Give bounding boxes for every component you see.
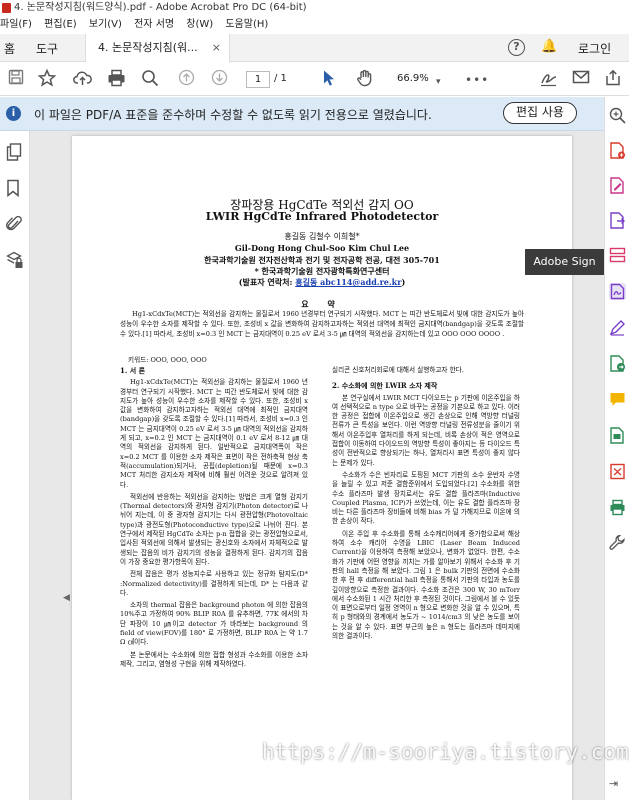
zoom-level[interactable]: 66.9%	[397, 73, 429, 84]
page-number-input[interactable]: 1	[246, 71, 270, 88]
page-total: / 1	[274, 73, 287, 84]
next-page-icon[interactable]	[211, 69, 228, 91]
enable-editing-button[interactable]: 편집 사용	[503, 102, 577, 124]
more-tools-wrench-icon[interactable]	[609, 534, 626, 552]
paragraph: 실리콘 신호처리회로에 대해서 실행하고자 한다.	[332, 366, 464, 374]
menu-bar: 파일(F) 편집(E) 보기(V) 전자 서명 창(W) 도움말(H)	[0, 16, 629, 34]
tab-home[interactable]: 홈	[4, 40, 15, 57]
create-pdf-icon[interactable]	[609, 142, 626, 159]
adobe-sign-icon[interactable]	[609, 283, 626, 300]
close-tab-icon[interactable]: ×	[212, 34, 221, 62]
abstract-text: Hg1-xCdxTe(MCT)는 적외선을 감지하는 물질로서 1960 년경부…	[120, 310, 524, 338]
acrobat-app-icon	[2, 3, 11, 13]
hand-tool-icon[interactable]	[356, 69, 374, 92]
affiliation-1: 한국과학기술원 전자전산학과 전기 및 전자공학 전공, 대전 305-701	[204, 255, 440, 265]
right-text-column: 실리콘 신호처리회로에 대해서 실행하고자 한다. 2. 수소화에 의한 LWI…	[332, 366, 520, 644]
paragraph: 수소화가 수은 빈자리로 도핑된 MCT 기판의 소수 운반자 수명을 늘릴 수…	[332, 470, 520, 526]
edit-pdf-icon[interactable]	[609, 177, 626, 194]
paragraph: 적외선에 반응하는 적외선을 감지하는 방법은 크게 열형 감지기(Therma…	[120, 492, 308, 566]
expand-panel-icon[interactable]: ⇥	[609, 777, 626, 794]
left-text-column: 1. 서 론 Hg1-xCdxTe(MCT)는 적외선을 감지하는 물질로서 1…	[120, 366, 308, 672]
section-heading: 2. 수소화에 의한 LWIR 소자 제작	[332, 381, 438, 391]
fill-and-sign-icon[interactable]	[609, 319, 626, 336]
window-title-bar: 4. 논문작성지침(워드양식).pdf - Adobe Acrobat Pro …	[0, 0, 629, 16]
help-icon[interactable]: ?	[508, 39, 525, 56]
menu-file[interactable]: 파일(F)	[0, 19, 32, 30]
info-icon: i	[6, 106, 21, 121]
print-icon[interactable]	[107, 69, 126, 92]
menu-edit[interactable]: 편집(E)	[44, 19, 77, 30]
zoom-in-icon[interactable]	[609, 107, 626, 124]
search-icon[interactable]	[141, 69, 159, 92]
contact-email-link[interactable]: 홍길동 abc114@add.re.kr	[295, 277, 401, 287]
paper-title-english: LWIR HgCdTe Infrared Photodetector	[205, 210, 439, 223]
tab-bar: 홈 도구 4. 논문작성지침(워... × ? 🔔 로그인	[0, 34, 629, 62]
sign-link-icon[interactable]	[539, 69, 558, 92]
menu-esign[interactable]: 전자 서명	[134, 19, 174, 30]
save-icon[interactable]	[8, 69, 24, 90]
login-button[interactable]: 로그인	[578, 40, 611, 57]
pdf-page: 장파장용 HgCdTe 적외선 감지 OO LWIR HgCdTe Infrar…	[72, 136, 572, 800]
zoom-dropdown-icon[interactable]: ▾	[436, 72, 441, 92]
paragraph: Hg1-xCdxTe(MCT)는 적외선을 감지하는 물질로서 1960 년경부…	[120, 378, 308, 489]
contact-suffix: )	[401, 277, 406, 287]
left-navigation-rail	[0, 131, 30, 800]
paragraph: 본 연구실에서 LWIR MCT 다이오드는 p 기판에 이온주입을 하여 선택…	[332, 393, 520, 467]
compress-pdf-icon[interactable]	[609, 463, 626, 480]
scroll-left-arrow-icon[interactable]: ◀	[63, 593, 70, 603]
right-tools-rail: ⇥	[604, 97, 629, 800]
organize-pages-icon[interactable]	[609, 247, 626, 264]
bookmark-icon[interactable]	[6, 179, 20, 201]
window-title: 4. 논문작성지침(워드양식).pdf - Adobe Acrobat Pro …	[14, 2, 307, 13]
paragraph: 이온 주입 후 수소화를 통해 소수캐리어에게 증가함으로써 해상하여 소수 캐…	[332, 529, 520, 641]
paragraph: 본 논문에서는 수소화에 의한 접합 형성과 수소화를 이용한 소자제작, 그리…	[120, 650, 308, 668]
authors-korean: 홍길동 김철수 이희철*	[284, 232, 360, 241]
previous-page-icon[interactable]	[178, 69, 195, 91]
comment-icon[interactable]	[609, 391, 626, 408]
share-icon[interactable]	[604, 69, 622, 92]
menu-help[interactable]: 도움말(H)	[225, 19, 268, 30]
blog-watermark: https://m-sooriya.tistory.com/	[262, 740, 629, 764]
affiliation-2: * 한국과학기술원 전자광학특화연구센터	[254, 266, 390, 276]
upload-cloud-icon[interactable]	[73, 69, 92, 92]
mail-icon[interactable]	[572, 69, 590, 90]
page-thumbnails-icon[interactable]	[6, 143, 22, 165]
tab-document-label: 4. 논문작성지침(워...	[98, 41, 198, 54]
star-icon[interactable]	[37, 68, 57, 92]
export-pdf-icon[interactable]	[609, 212, 626, 229]
tab-tools[interactable]: 도구	[36, 40, 58, 57]
tab-document[interactable]: 4. 논문작성지침(워... ×	[85, 34, 230, 62]
scan-ocr-icon[interactable]	[609, 427, 626, 444]
section-heading: 1. 서 론	[120, 366, 146, 375]
send-for-comments-icon[interactable]	[609, 355, 626, 372]
layers-lock-icon[interactable]	[6, 251, 24, 273]
paragraph: 전체 잡음은 평가 성능지수로 사용하고 있는 정규화 탐지도(D* :Norm…	[120, 570, 308, 597]
pdfa-notice-bar: i 이 파일은 PDF/A 표준을 준수하며 수정할 수 없도록 읽기 전용으로…	[0, 97, 604, 131]
keywords: 키워드: OOO, OOO, OOO	[128, 356, 207, 364]
presenter-contact: (발표자 연락처: 홍길동 abc114@add.re.kr)	[72, 277, 572, 288]
contact-prefix: (발표자 연락처:	[238, 277, 296, 287]
notice-message: 이 파일은 PDF/A 표준을 준수하며 수정할 수 없도록 읽기 전용으로 열…	[34, 108, 432, 122]
menu-window[interactable]: 창(W)	[186, 19, 213, 30]
toolbar: 1 / 1 66.9% ▾ •••	[0, 62, 629, 96]
print-production-icon[interactable]	[609, 499, 626, 516]
adobe-sign-tooltip: Adobe Sign	[525, 249, 604, 275]
menu-view[interactable]: 보기(V)	[89, 19, 122, 30]
select-cursor-icon[interactable]	[322, 69, 336, 92]
bell-icon[interactable]: 🔔	[541, 39, 557, 54]
attachment-icon[interactable]	[6, 215, 22, 237]
paragraph: 소자의 thermal 잡음은 background photon 에 의한 잡…	[120, 601, 308, 647]
authors-english: Gil-Dong Hong Chul-Soo Kim Chul Lee	[234, 243, 410, 253]
more-tools-icon[interactable]: •••	[465, 70, 489, 90]
